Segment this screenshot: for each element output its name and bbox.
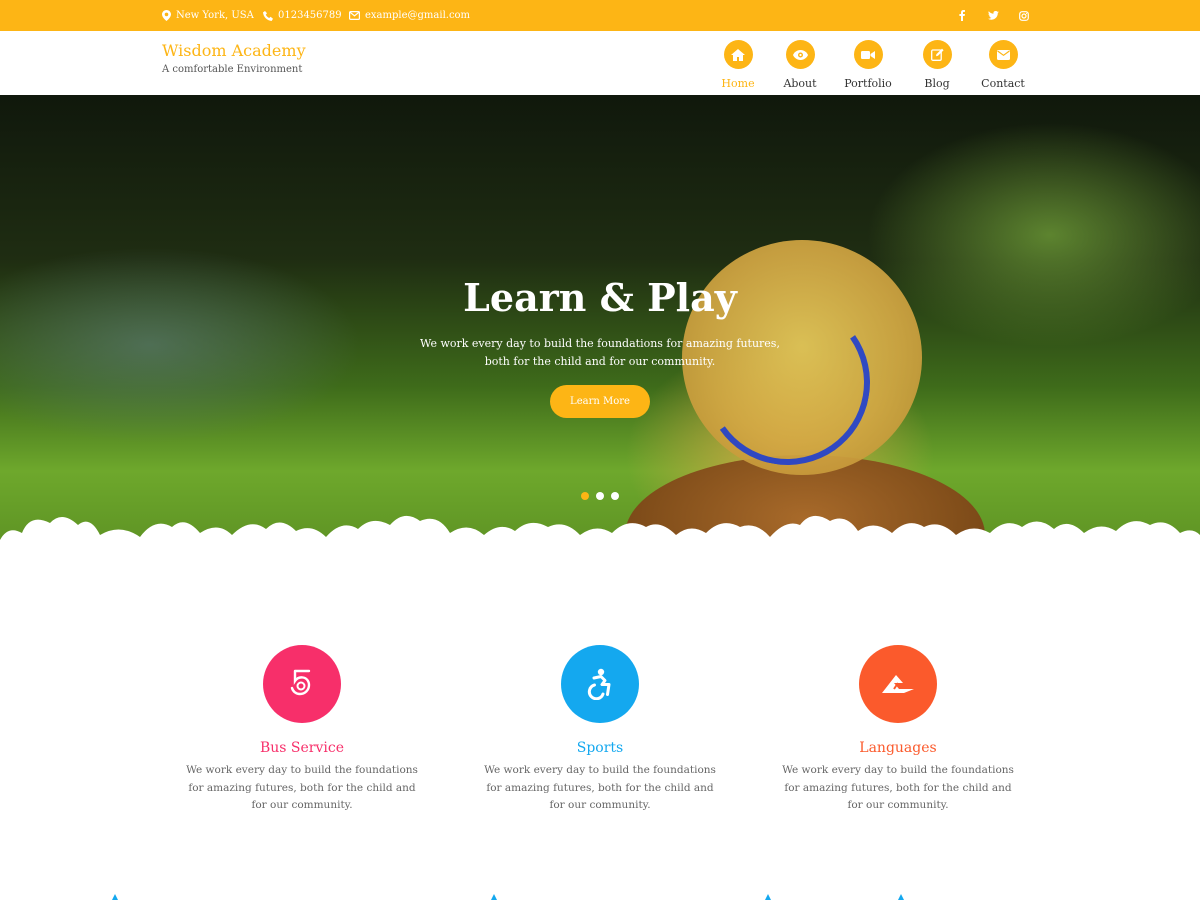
accessible-icon — [561, 645, 639, 723]
envelope-outline-icon — [349, 11, 360, 20]
feature-title[interactable]: Sports — [480, 740, 720, 756]
edit-icon — [922, 40, 952, 69]
feature-sports: Sports We work every day to build the fo… — [480, 645, 720, 815]
video-camera-icon — [853, 40, 883, 69]
site-title[interactable]: Wisdom Academy — [162, 41, 306, 60]
hero-title: Learn & Play — [463, 275, 737, 320]
nav-label-contact: Contact — [981, 77, 1025, 90]
nav-label-blog: Blog — [924, 77, 950, 90]
feature-title[interactable]: Bus Service — [182, 740, 422, 756]
slider-dot-3[interactable] — [611, 492, 619, 500]
top-bar: New York, USA 0123456789 example@gmail.c… — [0, 0, 1200, 31]
home-icon — [723, 40, 753, 69]
nav-item-home[interactable]: Home — [703, 40, 773, 90]
hero-slider: Learn & Play We work every day to build … — [0, 95, 1200, 565]
nav-item-portfolio[interactable]: Portfolio — [833, 40, 903, 90]
site-header: Wisdom Academy A comfortable Environment… — [0, 31, 1200, 95]
eye-icon — [785, 40, 815, 69]
nav-label-home: Home — [721, 77, 755, 90]
nav-item-contact[interactable]: Contact — [968, 40, 1038, 90]
next-section-edge — [112, 894, 904, 900]
cloud-divider — [0, 515, 1200, 565]
email-text: example@gmail.com — [365, 10, 471, 21]
slider-dot-2[interactable] — [596, 492, 604, 500]
map-marker-icon — [162, 10, 171, 21]
feature-bus-service: Bus Service We work every day to build t… — [182, 645, 422, 815]
learn-more-button[interactable]: Learn More — [550, 385, 650, 418]
nav-label-about: About — [783, 77, 817, 90]
email-info[interactable]: example@gmail.com — [349, 0, 470, 31]
nav-label-portfolio: Portfolio — [844, 77, 892, 90]
twitter-icon[interactable] — [985, 0, 1001, 31]
nav-item-about[interactable]: About — [765, 40, 835, 90]
affiliate-icon — [859, 645, 937, 723]
phone-info[interactable]: 0123456789 — [263, 0, 342, 31]
phone-text: 0123456789 — [278, 10, 342, 21]
feature-title[interactable]: Languages — [778, 740, 1018, 756]
phone-icon — [263, 10, 273, 21]
five-hundred-px-icon — [263, 645, 341, 723]
feature-description: We work every day to build the foundatio… — [782, 764, 1014, 811]
feature-description: We work every day to build the foundatio… — [186, 764, 418, 811]
facebook-icon[interactable] — [954, 0, 970, 31]
envelope-icon — [988, 40, 1018, 69]
feature-description: We work every day to build the foundatio… — [484, 764, 716, 811]
hero-description: We work every day to build the foundatio… — [420, 337, 780, 368]
feature-languages: Languages We work every day to build the… — [778, 645, 1018, 815]
slider-dot-1[interactable] — [581, 492, 589, 500]
instagram-icon[interactable] — [1016, 0, 1032, 31]
site-tagline: A comfortable Environment — [162, 64, 303, 75]
location-text: New York, USA — [176, 10, 254, 21]
nav-item-blog[interactable]: Blog — [902, 40, 972, 90]
location-info: New York, USA — [162, 0, 254, 31]
